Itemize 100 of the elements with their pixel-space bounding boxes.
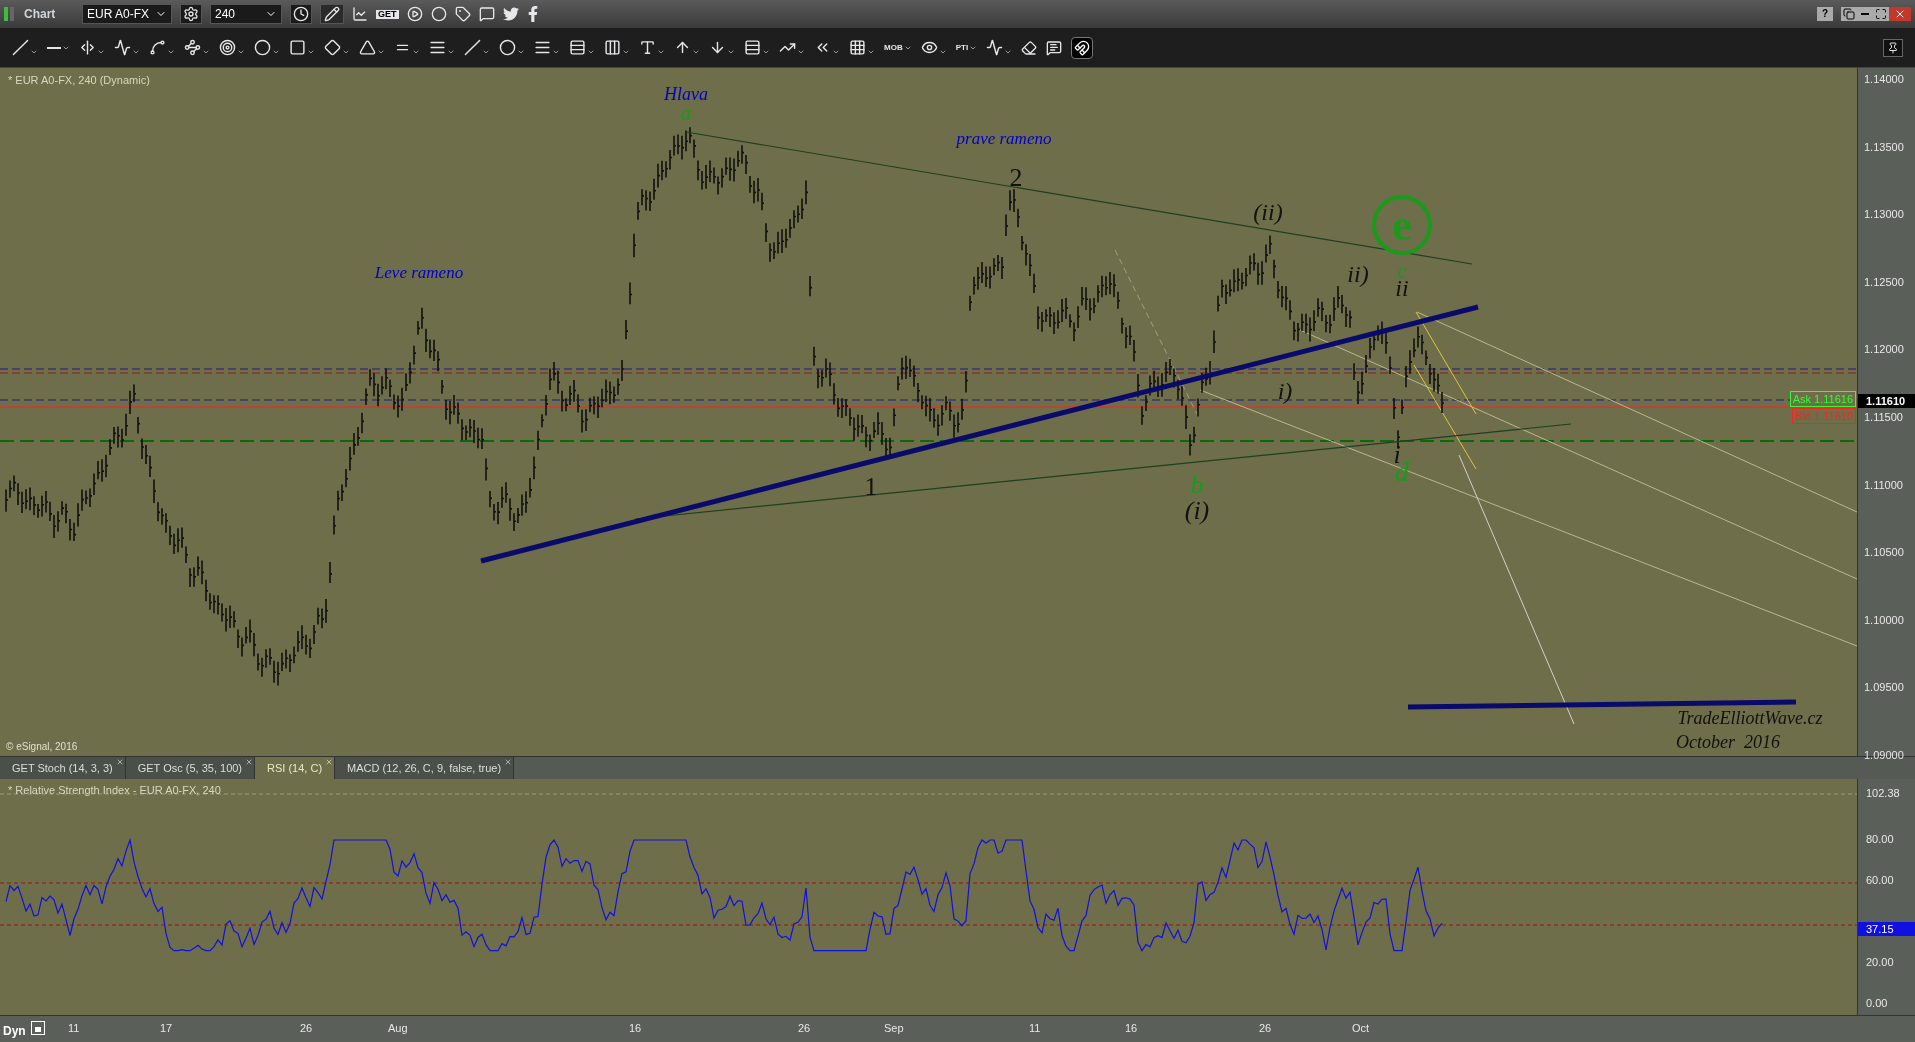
tool-button[interactable] <box>639 39 665 56</box>
tool-button[interactable] <box>12 39 38 56</box>
play-icon[interactable] <box>406 6 423 22</box>
close-icon[interactable] <box>504 758 513 766</box>
caret-icon <box>692 48 700 56</box>
grid-icon <box>849 39 866 56</box>
pin-button[interactable] <box>1883 38 1903 57</box>
signature-text: TradeElliottWave.cz <box>1677 708 1823 728</box>
date-label: 11 <box>68 1023 80 1034</box>
tool-button[interactable] <box>429 39 455 56</box>
date-label: 16 <box>629 1023 642 1034</box>
tool-button[interactable] <box>219 39 245 56</box>
f-letter-icon[interactable] <box>526 6 539 22</box>
text-icon <box>639 39 656 56</box>
tool-button[interactable] <box>184 39 210 56</box>
comment-icon[interactable] <box>1046 39 1063 56</box>
symbol-dropdown[interactable]: EUR A0-FX <box>82 4 172 24</box>
minimize-button[interactable] <box>1857 7 1873 21</box>
get-button[interactable]: GET <box>376 9 399 19</box>
indicator-tab[interactable]: MACD (12, 26, C, 9, false, true) <box>335 757 515 779</box>
caret-icon <box>587 48 595 56</box>
caret-icon <box>132 48 140 56</box>
date-label: 26 <box>300 1023 313 1034</box>
settings-button[interactable] <box>180 4 202 24</box>
bird-icon[interactable] <box>502 6 519 22</box>
axis-label: 1.12000 <box>1864 344 1904 356</box>
chart-icon[interactable] <box>352 6 368 22</box>
tool-button[interactable]: MOB <box>884 43 912 52</box>
rsi-title: * Relative Strength Index - EUR A0-FX, 240 <box>8 783 221 798</box>
target-icon <box>219 39 236 56</box>
close-button[interactable] <box>1889 7 1911 21</box>
tool-button[interactable] <box>534 39 560 56</box>
restore-icon <box>1843 8 1855 20</box>
axis-label: 0.00 <box>1866 998 1888 1009</box>
close-icon[interactable] <box>325 758 334 766</box>
close-icon[interactable] <box>245 758 254 766</box>
restore-button[interactable] <box>1841 7 1857 21</box>
close-icon[interactable] <box>115 758 124 766</box>
tool-button[interactable] <box>744 39 770 56</box>
pencil-button[interactable] <box>320 4 344 24</box>
axis-label: 1.12500 <box>1864 276 1904 288</box>
tool-button[interactable] <box>674 39 700 56</box>
tool-button[interactable] <box>849 39 875 56</box>
caret-icon <box>552 48 560 56</box>
caret-icon <box>517 48 525 56</box>
wave-label: e <box>1392 200 1412 250</box>
zigzag-icon <box>114 39 131 56</box>
indicator-tab[interactable]: GET Stoch (14, 3, 3) <box>0 757 126 779</box>
caret-icon <box>797 48 805 56</box>
wave-label: ii) <box>1347 261 1369 287</box>
tool-button[interactable] <box>986 39 1013 56</box>
bid-label: Bid 1.11610 <box>1792 408 1856 424</box>
interval-dropdown[interactable]: 240 <box>210 4 282 24</box>
indicator-tab[interactable]: RSI (14, C) <box>255 757 336 779</box>
caret-icon <box>762 48 770 56</box>
rectangle-icon <box>289 39 306 56</box>
axis-label: 1.09000 <box>1864 750 1904 761</box>
maximize-button[interactable] <box>1873 7 1889 21</box>
date-label: 16 <box>1125 1023 1138 1034</box>
copyright-text: © eSignal, 2016 <box>6 740 78 754</box>
tool-button[interactable] <box>149 39 175 56</box>
circle-icon[interactable] <box>430 6 447 22</box>
tool-button[interactable] <box>499 39 525 56</box>
circle-outline <box>1372 195 1432 255</box>
tool-button[interactable] <box>114 39 140 56</box>
magnet-button[interactable] <box>1071 36 1094 59</box>
axis-label: 1.13000 <box>1864 209 1904 221</box>
caret-icon <box>867 48 875 56</box>
zigzag-icon <box>986 39 1004 56</box>
tool-button[interactable] <box>569 39 595 56</box>
eraser-icon[interactable] <box>1021 39 1038 56</box>
tool-button[interactable]: PTI <box>955 43 978 52</box>
tool-button[interactable] <box>324 39 350 56</box>
annotation-text: Leve rameno <box>374 262 464 282</box>
tool-button[interactable] <box>254 39 280 56</box>
tool-button[interactable] <box>359 39 385 56</box>
message-icon[interactable] <box>478 6 495 22</box>
indicator-tab[interactable]: GET Osc (5, 35, 100) <box>125 757 256 779</box>
date-label: Aug <box>388 1023 408 1034</box>
date-label: Oct <box>1352 1023 1370 1034</box>
clock-button[interactable] <box>290 4 312 24</box>
help-button[interactable]: ? <box>1817 7 1833 21</box>
caret-icon <box>657 48 665 56</box>
tool-button[interactable] <box>289 39 315 56</box>
window-title: Chart <box>24 6 57 23</box>
axis-label: 1.11500 <box>1864 412 1903 423</box>
caret-icon <box>832 48 840 56</box>
caret-icon <box>377 48 385 56</box>
date-label: 26 <box>1259 1023 1272 1034</box>
tool-button[interactable] <box>709 39 735 56</box>
tag-icon[interactable] <box>454 6 471 22</box>
tool-button[interactable] <box>920 39 947 56</box>
caret-icon <box>237 48 245 56</box>
caret-icon <box>1004 48 1013 56</box>
horizontal-line-icon <box>47 46 61 49</box>
tool-button[interactable] <box>604 39 630 56</box>
tool-button[interactable] <box>464 39 490 56</box>
close-icon <box>1894 8 1906 20</box>
tool-button[interactable] <box>79 39 105 56</box>
ask-label: Ask 1.11616 <box>1789 391 1856 407</box>
